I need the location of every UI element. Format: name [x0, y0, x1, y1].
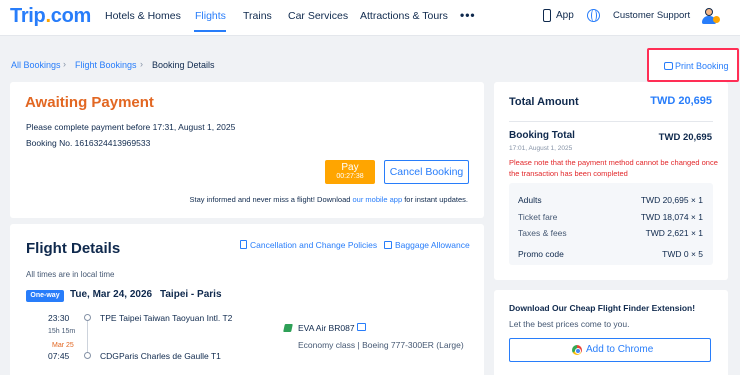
flight-details-title: Flight Details — [26, 240, 121, 257]
arrival-date: Mar 25 — [52, 342, 74, 349]
local-time-note: All times are in local time — [26, 270, 115, 279]
payment-method-note: Please note that the payment method cann… — [509, 158, 718, 178]
baggage-allowance-link[interactable]: Baggage Allowance — [395, 240, 470, 250]
breadcrumb-flight-bookings[interactable]: Flight Bookings — [75, 60, 137, 70]
arrival-dot-icon — [84, 352, 91, 359]
booking-total-label: Booking Total — [509, 130, 575, 141]
more-menu-icon[interactable]: ••• — [460, 8, 476, 22]
globe-icon[interactable] — [587, 9, 600, 22]
breakdown-label: Ticket fare — [518, 212, 558, 222]
pay-countdown: 00:27:38 — [336, 173, 364, 180]
arrival-airport: Paris Charles de Gaulle T1 — [119, 351, 221, 361]
flight-date: Tue, Mar 24, 2026 — [70, 289, 153, 300]
breadcrumb-all-bookings[interactable]: All Bookings — [11, 60, 61, 70]
divider — [509, 121, 713, 122]
pay-button[interactable]: Pay 00:27:38 — [325, 160, 375, 184]
add-to-chrome-label: Add to Chrome — [586, 344, 654, 355]
arrival-time: 07:45 — [48, 351, 70, 361]
document-icon — [240, 240, 247, 249]
nav-car-services[interactable]: Car Services — [288, 10, 348, 22]
add-to-chrome-button[interactable]: Add to Chrome — [509, 338, 711, 362]
nav-attractions[interactable]: Attractions & Tours — [360, 10, 448, 22]
breakdown-value: TWD 2,621 × 1 — [645, 228, 703, 238]
departure-time: 23:30 — [48, 313, 70, 323]
total-amount-value: TWD 20,695 — [650, 95, 712, 107]
extension-subtitle: Let the best prices come to you. — [509, 319, 630, 329]
breakdown-value: TWD 0 × 5 — [662, 249, 703, 259]
chat-icon[interactable] — [357, 323, 366, 331]
customer-support-link[interactable]: Customer Support — [613, 10, 690, 21]
cancellation-policies-link[interactable]: Cancellation and Change Policies — [250, 240, 377, 250]
chrome-icon — [572, 345, 582, 355]
top-nav: Trip.com Hotels & Homes Flights Trains C… — [0, 0, 740, 36]
chevron-right-icon: › — [63, 59, 66, 69]
booking-number: Booking No. 1616324413969533 — [26, 138, 151, 148]
mobile-app-link[interactable]: our mobile app — [353, 195, 403, 204]
phone-icon — [543, 9, 551, 22]
cabin-aircraft: Economy class | Boeing 777-300ER (Large) — [298, 340, 464, 350]
payment-deadline: Please complete payment before 17:31, Au… — [26, 122, 236, 132]
breakdown-value: TWD 18,074 × 1 — [640, 212, 703, 222]
print-booking-label: Print Booking — [675, 61, 729, 71]
printer-icon — [664, 62, 673, 70]
arrival-code: CDG — [100, 351, 119, 361]
awaiting-payment-title: Awaiting Payment — [25, 94, 154, 111]
breakdown-label: Adults — [518, 195, 542, 205]
cancel-booking-button[interactable]: Cancel Booking — [384, 160, 469, 184]
price-breakdown: Adults TWD 20,695 × 1 Ticket fare TWD 18… — [509, 183, 713, 265]
flight-route: Taipei - Paris — [160, 289, 222, 300]
breakdown-label: Promo code — [518, 249, 564, 259]
app-promo-text: Stay informed and never miss a flight! D… — [189, 195, 469, 204]
breakdown-value: TWD 20,695 × 1 — [640, 195, 703, 205]
breakdown-label: Taxes & fees — [518, 228, 567, 238]
nav-trains[interactable]: Trains — [243, 10, 272, 22]
baggage-icon — [384, 241, 392, 249]
user-avatar-icon[interactable] — [700, 7, 720, 25]
departure-dot-icon — [84, 314, 91, 321]
print-booking-highlight: Print Booking — [647, 48, 739, 82]
breadcrumb-current: Booking Details — [152, 60, 215, 70]
app-link[interactable]: App — [556, 10, 574, 21]
nav-hotels[interactable]: Hotels & Homes — [105, 10, 181, 22]
pay-label: Pay — [341, 162, 359, 173]
flight-duration: 15h 15m — [48, 328, 76, 335]
nav-flights[interactable]: Flights — [195, 10, 226, 22]
booking-total-value: TWD 20,695 — [658, 132, 712, 143]
airline-logo-icon — [283, 324, 293, 332]
extension-promo-card: Download Our Cheap Flight Finder Extensi… — [494, 290, 728, 375]
extension-title: Download Our Cheap Flight Finder Extensi… — [509, 303, 696, 313]
departure-code: TPE — [100, 313, 117, 323]
price-summary-card: Total Amount TWD 20,695 Booking Total TW… — [494, 82, 728, 280]
airline-flight-number: EVA Air BR087 — [298, 323, 355, 333]
departure-airport: Taipei Taiwan Taoyuan Intl. T2 — [119, 313, 233, 323]
awaiting-payment-card: Awaiting Payment Please complete payment… — [10, 82, 484, 218]
nav-active-underline — [194, 30, 226, 32]
flight-details-card: Flight Details Cancellation and Change P… — [10, 224, 484, 375]
booking-timestamp: 17:01, August 1, 2025 — [509, 145, 573, 152]
trip-logo[interactable]: Trip.com — [10, 5, 91, 28]
print-booking-button[interactable]: Print Booking — [658, 59, 731, 74]
total-amount-label: Total Amount — [509, 96, 579, 108]
chevron-right-icon: › — [140, 59, 143, 69]
one-way-badge: One-way — [26, 290, 64, 302]
